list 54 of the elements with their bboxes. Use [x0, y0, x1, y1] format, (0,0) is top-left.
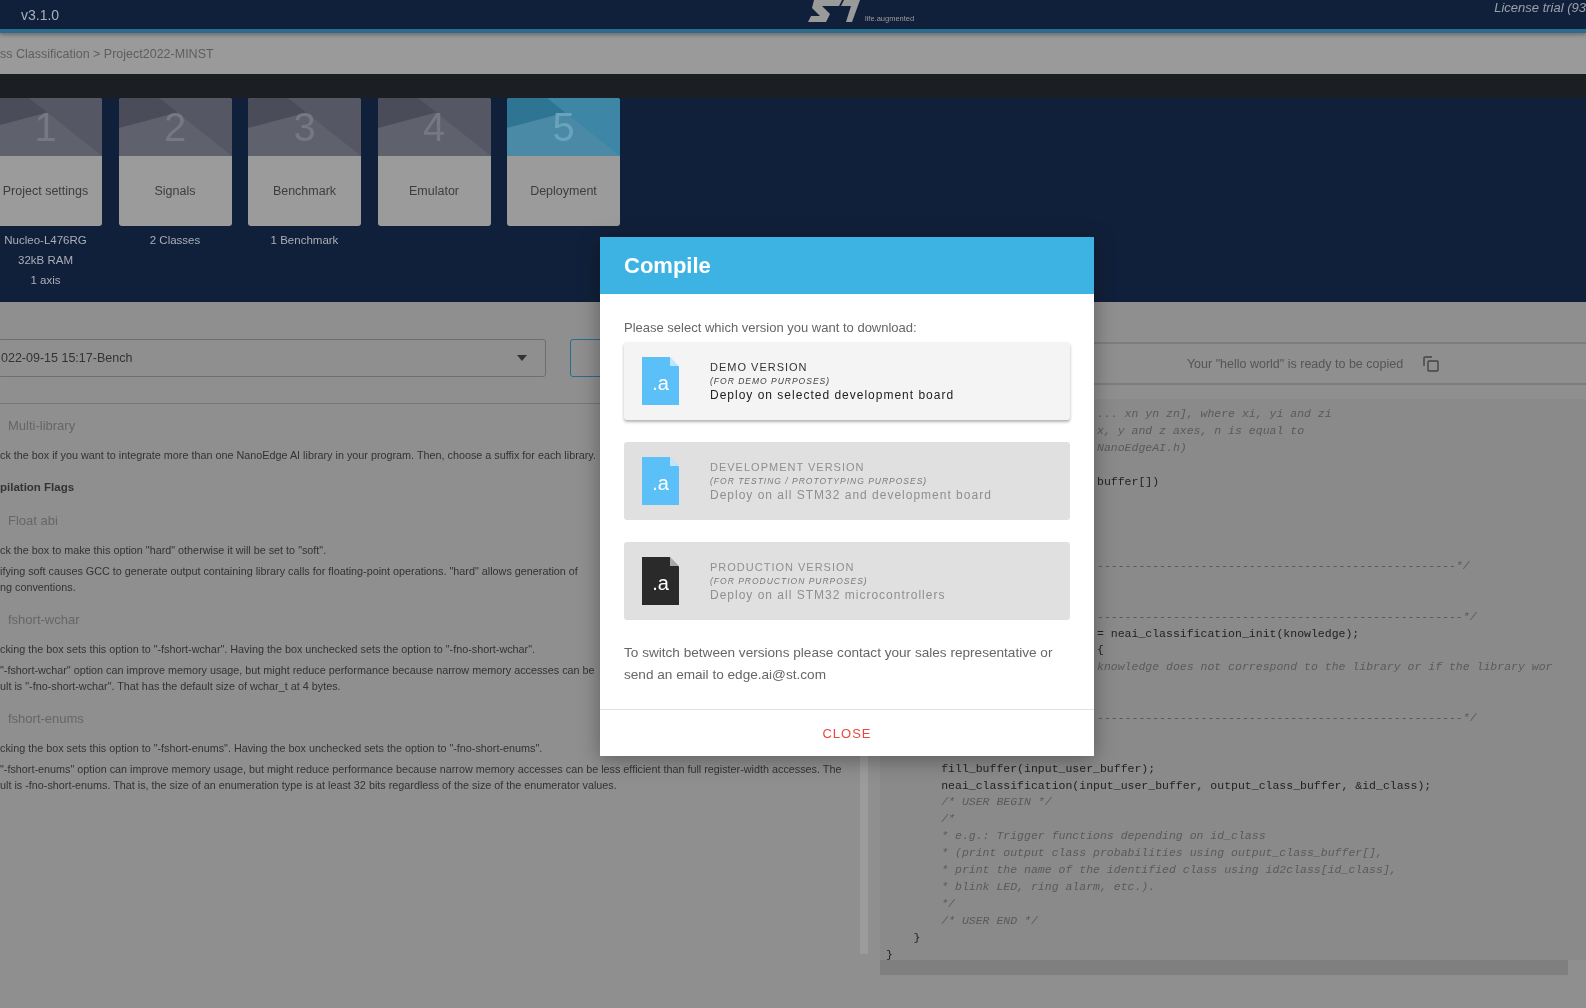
description-text: cking the box sets this option to "-fshort-wchar". Having the box unchecked sets the option to "-fno-short-wchar".: [0, 643, 536, 655]
code-line: {: [1097, 643, 1104, 657]
dialog-note: To switch between versions please contact your sales representative or send an email to edge.ai@st.com: [624, 644, 1054, 684]
code-line: }: [912, 930, 921, 944]
code-line: ----------------------------------------------------*/: [1097, 559, 1470, 572]
version-title: PRODUCTION VERSION: [710, 559, 856, 575]
version-option[interactable]: .a DEMO VERSION (FOR DEMO PURPOSES) Deploy on selected development board: [624, 342, 1070, 420]
code-line: }: [886, 947, 893, 960]
code-line: -----------------------------------------------------*/: [1097, 609, 1477, 623]
step-detail: 1 axis: [30, 273, 61, 288]
dropdown-caret-icon: [517, 355, 527, 361]
code-line: buffer[]): [1097, 474, 1160, 488]
step-number: 5: [552, 104, 575, 150]
description-text: ck the box to make this option "hard" otherwise it will be set to "soft".: [0, 544, 327, 556]
step-detail: 1 Benchmark: [270, 233, 339, 248]
license-status: License trial (93: [1494, 0, 1586, 15]
close-button[interactable]: CLOSE: [814, 721, 880, 745]
code-line: neai_classification(input_user_buffer, output_class_buffer, &id_class);: [940, 778, 1432, 792]
code-line: /*: [940, 812, 955, 826]
step-detail: 2 Classes: [149, 233, 201, 248]
version-label: v3.1.0: [21, 6, 60, 23]
description-text: "-fshort-wchar" option can improve memory usage, but might reduce performance because narrow memory accesses can be: [0, 664, 595, 676]
dialog-title: Compile: [624, 252, 711, 279]
description-text: cking the box sets this option to "-fshort-enums". Having the box unchecked sets the option to "-fno-short-enums".: [0, 742, 543, 754]
step-detail: 32kB RAM: [18, 253, 73, 268]
copy-icon[interactable]: [1423, 355, 1440, 372]
description-text: ult is "-fno-short-wchar". That has the default size of wchar_t at 4 bytes.: [0, 680, 341, 692]
code-line: fill_buffer(input_user_buffer);: [940, 761, 1156, 775]
description-text: ult is -fno-short-enums. That is, the size of an enumeration type is at least 32 bits regardless of the size of the enumerator values.: [0, 779, 617, 791]
file-icon: .a: [642, 457, 679, 505]
benchmark-dropdown[interactable]: 022-09-15 15:17-Bench: [0, 339, 546, 377]
version-title: DEVELOPMENT VERSION: [710, 459, 866, 475]
section-heading: pilation Flags: [0, 480, 75, 495]
description-text: ng conventions.: [0, 581, 76, 593]
step-detail: Nucleo-L476RG: [4, 233, 87, 248]
version-subtitle: (FOR PRODUCTION PURPOSES): [710, 574, 869, 587]
code-line: */: [940, 896, 955, 910]
version-description: Deploy on all STM32 microcontrollers: [710, 586, 946, 603]
version-description: Deploy on all STM32 and development board: [710, 486, 992, 503]
description-text: ifying soft causes GCC to generate output containing library calls for floating-point operations. "hard" allows generation of: [0, 565, 578, 577]
code-line: = neai_classification_init(knowledge);: [1097, 626, 1360, 640]
description-text: "-fshort-enums" option can improve memory usage, but might reduce performance because narrow memory accesses can be less efficient than full register-width accesses. The: [0, 763, 842, 775]
dialog-prompt: Please select which version you want to download:: [624, 320, 918, 335]
version-title: DEMO VERSION: [710, 359, 809, 375]
file-icon: .a: [642, 557, 679, 605]
version-description: Deploy on selected development board: [710, 386, 955, 403]
version-subtitle: (FOR TESTING / PROTOTYPING PURPOSES): [710, 474, 929, 487]
version-subtitle: (FOR DEMO PURPOSES): [710, 374, 832, 387]
file-icon: .a: [642, 357, 679, 405]
code-line: -----------------------------------------------------*/: [1097, 711, 1477, 725]
description-text: ck the box if you want to integrate more than one NanoEdge AI library in your program. Then, choose a suffix for each library.: [0, 449, 596, 461]
step-tab[interactable]: 5 Deployment: [507, 98, 620, 226]
logo-icon: [808, 0, 860, 24]
breadcrumb: ss Classification > Project2022-MINST: [0, 46, 214, 61]
